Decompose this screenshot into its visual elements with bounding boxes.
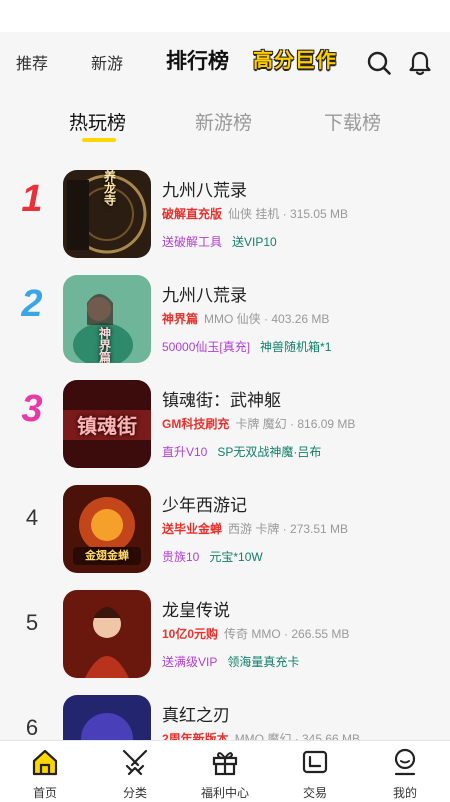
game-meta: 2周年新版本 MMO 魔幻 · 345.66 MB bbox=[162, 730, 360, 740]
game-meta: 神界篇 MMO 仙侠 · 403.26 MB bbox=[162, 310, 329, 327]
tab-new-games[interactable]: 新游 bbox=[91, 50, 123, 74]
top-navigation: 推荐 新游 排行榜 高分巨作 bbox=[0, 32, 450, 90]
nav-label: 交易 bbox=[302, 786, 327, 800]
promo-banner[interactable]: 高分巨作 bbox=[253, 44, 355, 72]
game-title: 镇魂街：武神躯 bbox=[162, 391, 281, 410]
search-icon[interactable] bbox=[366, 50, 392, 76]
bell-icon[interactable] bbox=[407, 50, 433, 76]
game-meta: GM科技刷充 卡牌 魔幻 · 816.09 MB bbox=[162, 415, 355, 432]
swords-icon bbox=[122, 749, 148, 776]
game-tags: 直升V10 SP无双战神魔·吕布 bbox=[162, 443, 321, 460]
game-highlight: 送毕业金蝉 bbox=[162, 522, 223, 536]
game-info: 卡牌 魔幻 · 816.09 MB bbox=[235, 417, 356, 431]
rank-number: 1 bbox=[21, 178, 43, 220]
home-icon bbox=[32, 749, 58, 776]
game-art-text: 镇魂街 bbox=[77, 413, 137, 438]
game-icon[interactable]: 神界篇 bbox=[63, 275, 151, 363]
game-tag: 送破解工具 bbox=[162, 235, 223, 249]
nav-trade[interactable]: 交易 bbox=[270, 741, 360, 802]
game-info: MMO 魔幻 · 345.66 MB bbox=[234, 732, 361, 740]
rank-number: 2 bbox=[21, 283, 43, 325]
game-tag: 贵族10 bbox=[162, 550, 200, 564]
nav-welfare-center[interactable]: 福利中心 bbox=[180, 741, 270, 802]
game-tags: 送破解工具 送VIP10 bbox=[162, 233, 277, 250]
list-item[interactable]: 1 养龙寺 九州八荒录 破解直充版 仙侠 挂机 · 315.05 MB 送破解工具… bbox=[0, 160, 450, 265]
game-meta: 10亿0元购 传奇 MMO · 266.55 MB bbox=[162, 625, 349, 642]
game-art-text: 神界篇 bbox=[97, 327, 112, 363]
ranking-tabs: 热玩榜 新游榜 下载榜 bbox=[0, 92, 450, 148]
game-tag: 神兽随机箱*1 bbox=[260, 340, 332, 354]
rank-number: 3 bbox=[21, 388, 43, 430]
game-title: 少年西游记 bbox=[162, 496, 247, 515]
nav-profile[interactable]: 我的 bbox=[360, 741, 450, 802]
nav-label: 福利中心 bbox=[200, 786, 249, 800]
list-item[interactable]: 5 龙皇传说 10亿0元购 传奇 MMO · 266.55 MB 送满级VIP 领海… bbox=[0, 580, 450, 685]
game-title: 龙皇传说 bbox=[162, 601, 230, 620]
game-highlight: GM科技刷充 bbox=[162, 417, 230, 431]
rank-number: 6 bbox=[25, 715, 39, 740]
game-highlight: 2周年新版本 bbox=[162, 732, 229, 740]
status-bar bbox=[0, 0, 450, 32]
game-tag: SP无双战神魔·吕布 bbox=[217, 445, 322, 459]
trade-icon bbox=[302, 750, 328, 774]
game-tag: 直升V10 bbox=[162, 445, 208, 459]
game-icon[interactable]: 镇魂街 bbox=[63, 380, 151, 468]
game-info: MMO 仙侠 · 403.26 MB bbox=[204, 312, 330, 326]
profile-icon bbox=[394, 748, 416, 776]
game-meta: 送毕业金蝉 西游 卡牌 · 273.51 MB bbox=[162, 520, 348, 537]
game-title: 九州八荒录 bbox=[162, 286, 247, 305]
tab-download-list[interactable]: 下载榜 bbox=[324, 108, 381, 135]
tab-hot-list[interactable]: 热玩榜 bbox=[69, 108, 126, 135]
game-meta: 破解直充版 仙侠 挂机 · 315.05 MB bbox=[162, 205, 348, 222]
game-tags: 送满级VIP 领海量真充卡 bbox=[162, 653, 299, 670]
game-highlight: 10亿0元购 bbox=[162, 627, 219, 641]
list-item[interactable]: 4 金翅金蝉 少年西游记 送毕业金蝉 西游 卡牌 · 273.51 MB 贵族10… bbox=[0, 475, 450, 580]
game-info: 传奇 MMO · 266.55 MB bbox=[224, 627, 350, 641]
game-tags: 50000仙玉[真充] 神兽随机箱*1 bbox=[162, 338, 331, 355]
nav-category[interactable]: 分类 bbox=[90, 741, 180, 802]
gift-icon bbox=[212, 752, 238, 776]
game-icon[interactable] bbox=[63, 695, 151, 740]
game-art-text: 金翅金蝉 bbox=[85, 549, 129, 562]
list-item[interactable]: 6 真红之刃 2周年新版本 MMO 魔幻 · 345.66 MB bbox=[0, 685, 450, 740]
game-ranking-list: 1 养龙寺 九州八荒录 破解直充版 仙侠 挂机 · 315.05 MB 送破解工具… bbox=[0, 160, 450, 740]
game-tag: 元宝*10W bbox=[209, 550, 263, 564]
tab-rankings[interactable]: 排行榜 bbox=[166, 45, 229, 75]
list-item[interactable]: 2 神界篇 九州八荒录 神界篇 MMO 仙侠 · 403.26 MB 50000仙… bbox=[0, 265, 450, 370]
rank-number: 5 bbox=[25, 610, 39, 635]
rank-number: 4 bbox=[25, 505, 39, 530]
game-info: 仙侠 挂机 · 315.05 MB bbox=[228, 207, 349, 221]
game-icon[interactable]: 养龙寺 bbox=[63, 170, 151, 258]
game-icon[interactable]: 金翅金蝉 bbox=[63, 485, 151, 573]
game-tag: 50000仙玉[真充] bbox=[162, 340, 251, 354]
tab-recommend[interactable]: 推荐 bbox=[16, 50, 48, 74]
game-tag: 领海量真充卡 bbox=[227, 655, 300, 669]
game-icon[interactable] bbox=[63, 590, 151, 678]
nav-label: 首页 bbox=[32, 786, 57, 800]
tab-new-list[interactable]: 新游榜 bbox=[195, 108, 252, 135]
nav-label: 我的 bbox=[392, 786, 417, 800]
game-tags: 贵族10 元宝*10W bbox=[162, 548, 263, 565]
game-info: 西游 卡牌 · 273.51 MB bbox=[228, 522, 349, 536]
game-art-text: 养龙寺 bbox=[102, 170, 117, 206]
bottom-navigation: 首页 分类 福利中心 交易 我的 bbox=[0, 740, 450, 802]
active-tab-indicator bbox=[82, 138, 116, 142]
game-highlight: 破解直充版 bbox=[162, 207, 223, 221]
game-title: 真红之刃 bbox=[162, 706, 230, 725]
game-highlight: 神界篇 bbox=[162, 312, 199, 326]
game-tag: 送VIP10 bbox=[232, 235, 277, 249]
game-title: 九州八荒录 bbox=[162, 181, 247, 200]
nav-label: 分类 bbox=[122, 786, 147, 800]
nav-home[interactable]: 首页 bbox=[0, 741, 90, 802]
list-item[interactable]: 3 镇魂街 镇魂街：武神躯 GM科技刷充 卡牌 魔幻 · 816.09 MB 直升… bbox=[0, 370, 450, 475]
game-tag: 送满级VIP bbox=[162, 655, 218, 669]
